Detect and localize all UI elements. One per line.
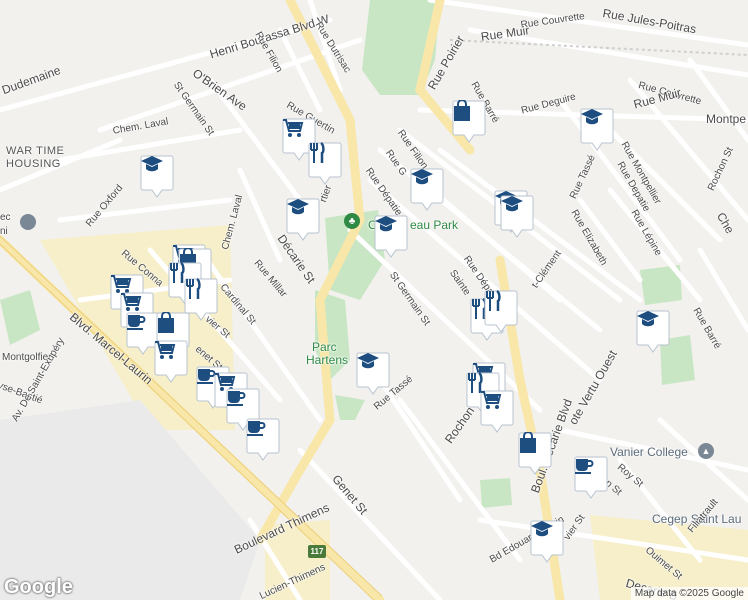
poi-label-ec-b: ni	[0, 226, 8, 237]
graduation-cap-icon[interactable]	[374, 215, 408, 259]
area-label-war-time: WAR TIME HOUSING	[6, 145, 64, 171]
google-logo: Google	[4, 576, 73, 598]
park-label-hartens: Hartens	[306, 353, 349, 367]
shopping-cart-icon[interactable]	[154, 340, 188, 384]
graduation-cap-icon[interactable]	[530, 520, 564, 564]
poi-label-vanier-college: Vanier College	[610, 445, 688, 459]
shopping-cart-icon[interactable]	[480, 390, 514, 434]
route-shield: 117	[308, 545, 326, 558]
map-canvas[interactable]: Henri Bourassa Blvd W Rue Jules-Poitras …	[0, 0, 748, 600]
coffee-cup-icon[interactable]	[246, 418, 280, 462]
graduation-cap-icon[interactable]	[580, 108, 614, 152]
tree-icon[interactable]: ♣	[344, 213, 360, 229]
graduation-cap-icon[interactable]	[356, 352, 390, 396]
graduation-cap-icon[interactable]	[636, 310, 670, 354]
shopping-bag-icon[interactable]	[452, 100, 486, 144]
coffee-cup-icon[interactable]	[574, 456, 608, 500]
street-label-montpellier-top: Montpe	[706, 112, 747, 126]
park-label-parc: Parc	[312, 340, 337, 354]
fork-knife-icon[interactable]	[308, 142, 342, 186]
graduation-cap-icon[interactable]	[500, 195, 534, 239]
area-label-line2: HOUSING	[6, 158, 61, 170]
fork-knife-icon[interactable]	[484, 290, 518, 334]
park-label-b: eau Park	[410, 218, 459, 232]
graduation-cap-icon[interactable]	[140, 155, 174, 199]
university-icon[interactable]: ▲	[698, 443, 714, 459]
university-icon[interactable]	[20, 214, 36, 230]
graduation-cap-icon[interactable]	[286, 198, 320, 242]
shopping-bag-icon[interactable]	[518, 432, 552, 476]
poi-label-ec-a: ec	[0, 212, 11, 223]
map-attribution[interactable]: Map data ©2025 Google	[630, 587, 748, 600]
area-label-line1: WAR TIME	[6, 145, 65, 157]
graduation-cap-icon[interactable]	[410, 168, 444, 212]
